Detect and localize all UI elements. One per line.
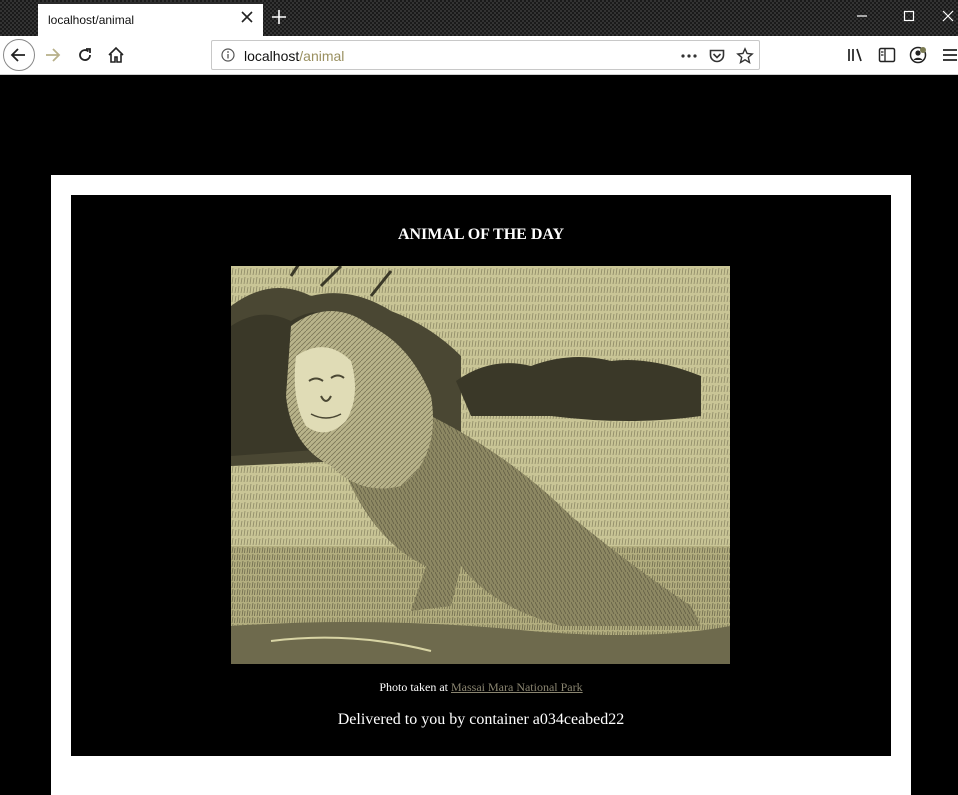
forward-arrow-icon[interactable] bbox=[42, 45, 62, 65]
library-icon[interactable] bbox=[846, 45, 866, 65]
reload-icon[interactable] bbox=[75, 45, 95, 65]
content-panel: ANIMAL OF THE DAY Photo taken at Massai … bbox=[71, 195, 891, 756]
nav-toolbar: localhost/animal bbox=[0, 36, 958, 75]
caption-prefix: Photo taken at bbox=[379, 680, 448, 694]
tab-animal[interactable]: localhost/animal bbox=[38, 2, 263, 36]
container-info: Delivered to you by container a034ceabed… bbox=[337, 711, 625, 728]
lion-photo bbox=[231, 266, 730, 664]
close-icon[interactable] bbox=[239, 9, 255, 25]
home-icon[interactable] bbox=[106, 45, 126, 65]
info-icon[interactable] bbox=[221, 48, 235, 62]
page-title: ANIMAL OF THE DAY bbox=[397, 226, 565, 243]
content-frame: ANIMAL OF THE DAY Photo taken at Massai … bbox=[51, 175, 911, 795]
park-link[interactable]: Massai Mara National Park bbox=[451, 680, 583, 694]
bookmark-star-icon[interactable] bbox=[736, 47, 754, 65]
back-button[interactable] bbox=[3, 39, 35, 71]
tab-title: localhost/animal bbox=[48, 13, 135, 27]
more-icon[interactable] bbox=[680, 47, 698, 65]
menu-icon[interactable] bbox=[940, 45, 958, 65]
photo-caption: Photo taken at Massai Mara National Park bbox=[71, 680, 891, 695]
back-arrow-icon bbox=[10, 48, 25, 62]
window-close-icon[interactable] bbox=[940, 8, 956, 24]
url-bar[interactable]: localhost/animal bbox=[211, 40, 760, 70]
maximize-icon[interactable] bbox=[901, 8, 917, 24]
account-icon[interactable] bbox=[908, 45, 928, 65]
pocket-icon[interactable] bbox=[708, 47, 726, 65]
url-host: localhost bbox=[244, 48, 300, 64]
url-path: /animal bbox=[299, 48, 345, 64]
plus-icon[interactable] bbox=[270, 8, 288, 26]
url-text: localhost/animal bbox=[244, 48, 344, 64]
sidebar-icon[interactable] bbox=[877, 45, 897, 65]
minimize-icon[interactable] bbox=[854, 8, 870, 24]
tab-strip: localhost/animal bbox=[0, 0, 958, 36]
